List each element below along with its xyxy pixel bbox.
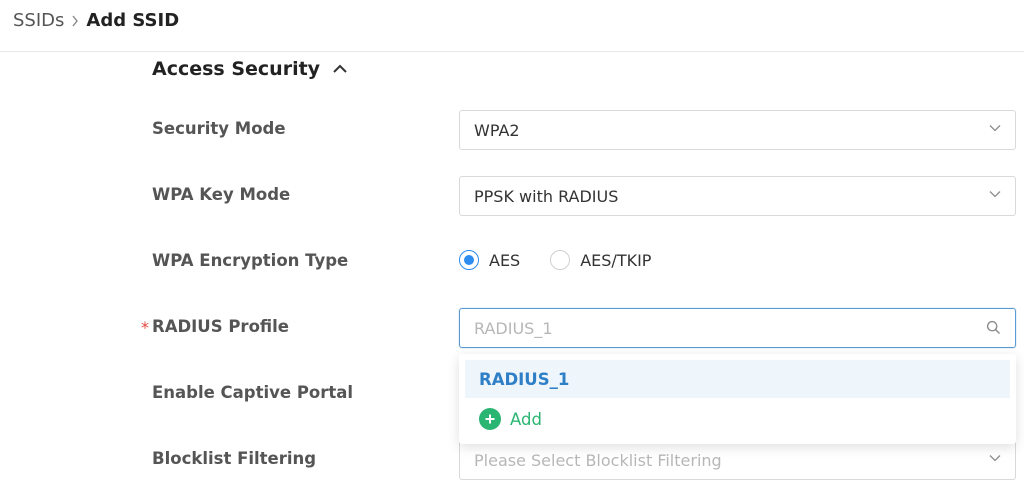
radius-profile-search-input[interactable]: RADIUS_1 [459, 308, 1016, 348]
section-header[interactable]: Access Security [152, 58, 348, 80]
plus-circle-icon [479, 408, 501, 430]
security-mode-select[interactable]: WPA2 [459, 110, 1016, 150]
radio-dot-checked[interactable] [459, 250, 479, 270]
breadcrumb: SSIDs Add SSID [13, 10, 179, 31]
encryption-radio-group: AES AES/TKIP [459, 250, 681, 270]
breadcrumb-ssids-link[interactable]: SSIDs [13, 10, 64, 31]
section-title: Access Security [152, 58, 321, 80]
dropdown-add-label: Add [510, 409, 542, 429]
wpa-encryption-type-label: WPA Encryption Type [152, 251, 349, 270]
chevron-down-icon [989, 454, 1001, 462]
breadcrumb-current: Add SSID [86, 10, 180, 31]
radio-aes-label: AES [489, 250, 521, 270]
chevron-down-icon [989, 190, 1001, 198]
wpa-key-mode-value: PPSK with RADIUS [474, 186, 619, 206]
search-icon [986, 320, 1001, 335]
wpa-key-mode-label: WPA Key Mode [152, 185, 291, 204]
radio-dot[interactable] [550, 250, 571, 270]
radio-aes-tkip[interactable]: AES/TKIP [550, 250, 651, 270]
radio-aes[interactable]: AES [459, 250, 520, 270]
blocklist-placeholder: Please Select Blocklist Filtering [474, 450, 722, 470]
security-mode-value: WPA2 [474, 120, 520, 140]
chevron-right-icon [71, 15, 79, 27]
radius-profile-dropdown: RADIUS_1 Add [459, 354, 1016, 444]
wpa-key-mode-select[interactable]: PPSK with RADIUS [459, 176, 1016, 216]
security-mode-label: Security Mode [152, 119, 286, 138]
required-marker: * [141, 318, 149, 337]
radius-profile-placeholder: RADIUS_1 [474, 318, 553, 338]
radio-aes-tkip-label: AES/TKIP [580, 250, 652, 270]
radius-profile-label: RADIUS Profile [152, 317, 289, 336]
chevron-up-icon[interactable] [332, 64, 348, 74]
top-bar: SSIDs Add SSID [0, 0, 1024, 52]
captive-portal-label: Enable Captive Portal [152, 383, 354, 402]
blocklist-filtering-select[interactable]: Please Select Blocklist Filtering [459, 440, 1016, 480]
dropdown-option-radius-1[interactable]: RADIUS_1 [465, 360, 1010, 398]
chevron-down-icon [989, 124, 1001, 132]
blocklist-filtering-label: Blocklist Filtering [152, 449, 317, 468]
dropdown-add-option[interactable]: Add [465, 400, 1010, 438]
